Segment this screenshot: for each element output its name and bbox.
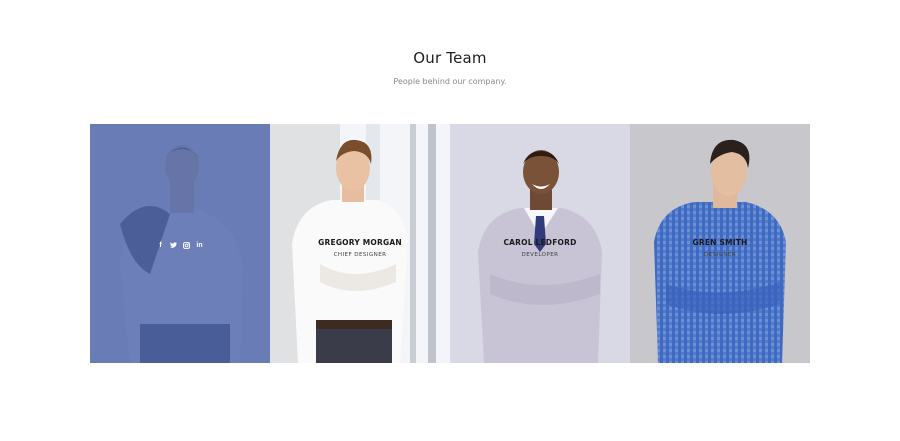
linkedin-icon[interactable]: in: [196, 241, 203, 249]
member-role: CHIEF DESIGNER: [333, 252, 387, 258]
section-subtitle: People behind our company.: [393, 77, 507, 86]
member-name: GREN SMITH: [692, 238, 748, 247]
member-role: DEVELOPER: [521, 252, 559, 258]
twitter-icon[interactable]: [170, 241, 177, 249]
team-card-4[interactable]: GREN SMITH DESIGNER: [630, 124, 810, 363]
section-title: Our Team: [413, 49, 487, 67]
member-name: GREGORY MORGAN: [318, 238, 402, 247]
team-card-1[interactable]: f in: [90, 124, 270, 363]
social-links: f in: [90, 241, 270, 249]
facebook-icon[interactable]: f: [157, 241, 164, 249]
team-card-2[interactable]: GREGORY MORGAN CHIEF DESIGNER: [270, 124, 450, 363]
team-card-3[interactable]: CAROL LEDFORD DEVELOPER: [450, 124, 630, 363]
instagram-icon[interactable]: [183, 241, 190, 249]
member-role: DESIGNER: [703, 252, 737, 258]
member-name: CAROL LEDFORD: [503, 238, 577, 247]
team-grid: f in GREGORY MORGAN CHIEF DESIGNER CAROL…: [90, 124, 810, 363]
